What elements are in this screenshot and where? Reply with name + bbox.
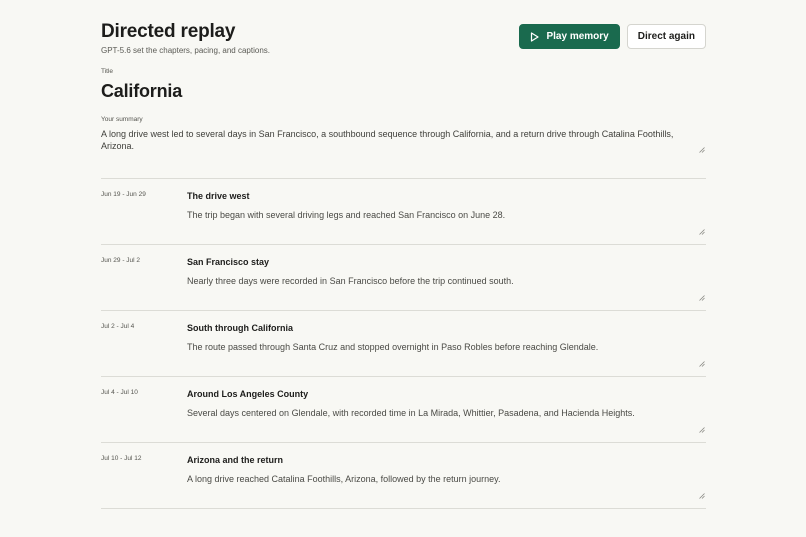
play-icon [531,31,540,42]
chapter-5: Jul 10 - Jul 12 Arizona and the return A… [101,443,706,509]
chapter-title[interactable]: Around Los Angeles County [187,389,308,399]
chapter-caption[interactable]: The trip began with several driving legs… [187,209,697,221]
summary-textarea[interactable]: A long drive west led to several days in… [101,128,706,152]
play-memory-button[interactable]: Play memory [519,24,620,49]
resize-grip-icon[interactable] [699,229,705,235]
resize-grip-icon[interactable] [699,493,705,499]
chapter-title[interactable]: South through California [187,323,293,333]
chapter-date: Jul 4 - Jul 10 [101,389,138,396]
chapter-date: Jul 10 - Jul 12 [101,455,142,462]
chapter-caption[interactable]: A long drive reached Catalina Foothills,… [187,473,697,485]
direct-again-button[interactable]: Direct again [626,24,706,49]
play-memory-label: Play memory [546,31,609,42]
resize-grip-icon[interactable] [699,295,705,301]
chapter-caption[interactable]: The route passed through Santa Cruz and … [187,341,697,353]
header-actions: Play memory Direct again [519,24,706,49]
chapter-date: Jul 2 - Jul 4 [101,323,135,330]
chapter-title[interactable]: San Francisco stay [187,257,269,267]
resize-grip-icon[interactable] [699,427,705,433]
title-label: Title [101,68,114,75]
title-input[interactable]: California [101,81,182,102]
resize-grip-icon[interactable] [699,147,705,153]
chapter-title[interactable]: The drive west [187,191,250,201]
summary-label: Your summary [101,116,143,123]
chapter-3: Jul 2 - Jul 4 South through California T… [101,311,706,377]
divider [101,508,706,509]
replay-page: Directed replay GPT-5.6 set the chapters… [0,0,806,537]
chapter-date: Jun 29 - Jul 2 [101,257,141,264]
chapter-title[interactable]: Arizona and the return [187,455,283,465]
chapter-caption[interactable]: Nearly three days were recorded in San F… [187,275,697,287]
page-header: Directed replay GPT-5.6 set the chapters… [101,20,706,56]
chapter-date: Jun 19 - Jun 29 [101,191,146,198]
chapter-4: Jul 4 - Jul 10 Around Los Angeles County… [101,377,706,443]
resize-grip-icon[interactable] [699,361,705,367]
chapter-caption[interactable]: Several days centered on Glendale, with … [187,407,697,419]
chapter-2: Jun 29 - Jul 2 San Francisco stay Nearly… [101,245,706,311]
chapter-1: Jun 19 - Jun 29 The drive west The trip … [101,179,706,245]
